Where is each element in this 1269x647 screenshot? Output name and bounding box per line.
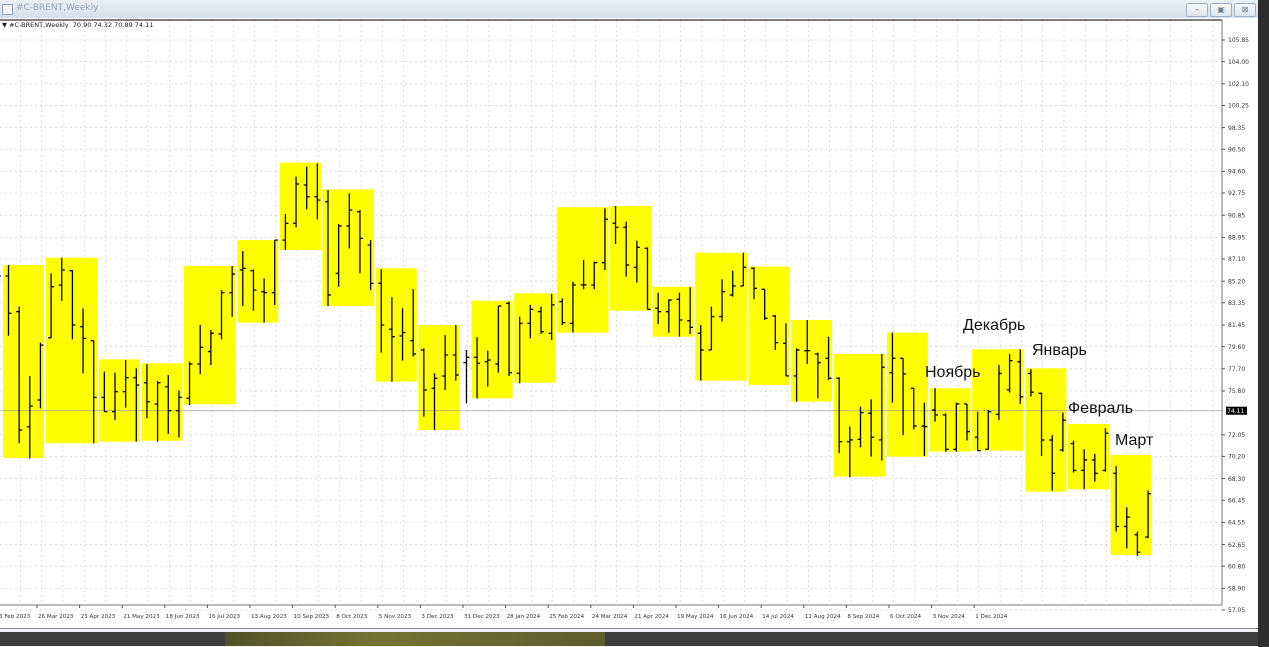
time-tick-label: 16 Jun 2024 <box>720 614 754 620</box>
chart-symbol: #C-BRENT,Weekly <box>9 21 69 29</box>
time-tick-label: 14 Jul 2024 <box>762 614 794 620</box>
price-tick-label: 72.05 <box>1228 432 1245 439</box>
annotation-february: Февраль <box>1068 400 1134 417</box>
price-tick-label: 57.05 <box>1228 607 1245 614</box>
price-tick-label: 83.35 <box>1228 300 1245 307</box>
price-tick-label: 96.50 <box>1228 146 1245 153</box>
time-tick-label: 21 May 2023 <box>123 614 160 620</box>
price-tick-label: 64.55 <box>1228 520 1245 527</box>
time-tick-label: 3 Dec 2023 <box>421 614 454 620</box>
time-tick-label: 24 Mar 2024 <box>592 614 628 620</box>
price-tick-label: 102.10 <box>1228 81 1249 88</box>
annotation-january: Январь <box>1032 342 1087 359</box>
time-tick-label: 21 Apr 2024 <box>634 614 669 620</box>
price-tick-label: 88.95 <box>1228 235 1245 242</box>
month-highlight-box <box>833 353 886 477</box>
ohlc-bar <box>463 349 470 404</box>
ohlc-chart[interactable]: 105.85 104.00 102.10 100.25 98.35 96.50 94.60 9… <box>0 0 1258 628</box>
time-tick-label: 8 Sep 2024 <box>847 614 879 620</box>
time-tick-label: 6 Feb 2023 <box>0 614 31 620</box>
price-tick-label: 68.30 <box>1228 476 1245 483</box>
time-tick-label: 13 Aug 2023 <box>251 614 287 620</box>
price-tick-label: 104.00 <box>1228 59 1249 66</box>
time-tick-label: 5 Nov 2023 <box>379 614 412 620</box>
month-highlight-box <box>556 207 609 333</box>
price-tick-label: 85.20 <box>1228 278 1245 285</box>
price-tick-label: 77.70 <box>1228 366 1245 373</box>
time-tick-label: 3 Nov 2024 <box>933 614 966 620</box>
time-tick-label: 16 Jul 2023 <box>208 614 240 620</box>
price-tick-label: 105.85 <box>1228 37 1249 44</box>
annotation-march: Март <box>1115 432 1154 449</box>
time-tick-label: 11 Aug 2024 <box>805 614 841 620</box>
chart-ohlc-values: 70.90 74.32 70.89 74.11 <box>72 21 154 29</box>
price-tick-label: 62.65 <box>1228 542 1245 549</box>
current-price-label: 74.11 <box>1227 408 1244 415</box>
time-tick-label: 25 Feb 2024 <box>549 614 584 620</box>
price-tick-label: 70.20 <box>1228 454 1245 461</box>
month-highlight-box <box>45 257 98 444</box>
price-tick-label: 66.45 <box>1228 497 1245 504</box>
time-tick-label: 26 Mar 2023 <box>38 614 74 620</box>
time-tick-label: 23 Apr 2023 <box>81 614 116 620</box>
price-tick-label: 100.25 <box>1228 103 1249 110</box>
time-tick-label: 1 Dec 2024 <box>975 614 1008 620</box>
month-highlight-box <box>184 266 236 405</box>
time-tick-label: 18 Jun 2023 <box>166 614 200 620</box>
taskbar <box>0 632 1258 646</box>
time-tick-label: 8 Oct 2023 <box>336 614 367 620</box>
window-edge <box>1258 0 1269 646</box>
price-tick-label: 98.35 <box>1228 125 1245 132</box>
annotation-december: Декабрь <box>963 317 1026 334</box>
time-tick-label: 28 Jan 2024 <box>507 614 541 620</box>
price-tick-label: 81.45 <box>1228 322 1245 329</box>
price-tick-label: 58.90 <box>1228 586 1245 593</box>
price-tick-label: 92.75 <box>1228 190 1245 197</box>
annotation-november: Ноябрь <box>925 364 981 381</box>
time-tick-label: 10 Sep 2023 <box>294 614 330 620</box>
price-tick-label: 75.80 <box>1228 388 1245 395</box>
ohlc-bar <box>0 275 1 277</box>
price-tick-label: 60.80 <box>1228 563 1245 570</box>
price-tick-label: 94.60 <box>1228 169 1245 176</box>
price-tick-label: 90.85 <box>1228 212 1245 219</box>
month-highlight-box <box>322 189 375 307</box>
price-tick-label: 87.10 <box>1228 256 1245 263</box>
time-tick-label: 19 May 2024 <box>677 614 714 620</box>
time-tick-label: 31 Dec 2023 <box>464 614 500 620</box>
collapse-arrow-icon[interactable]: ▼ <box>2 21 7 29</box>
chart-header: ▼ #C-BRENT,Weekly 70.90 74.32 70.89 74.1… <box>2 21 153 29</box>
taskbar-item[interactable] <box>225 632 605 646</box>
time-tick-label: 6 Oct 2024 <box>890 614 921 620</box>
price-tick-label: 79.60 <box>1228 344 1245 351</box>
